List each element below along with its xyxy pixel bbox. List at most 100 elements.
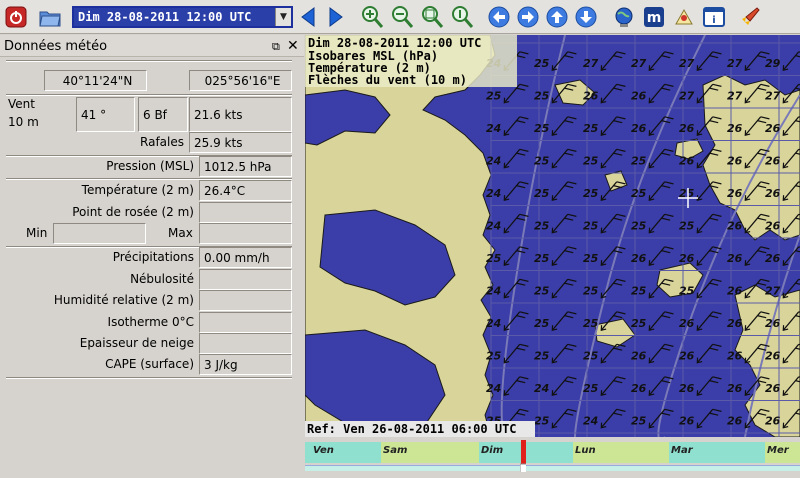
timeline-strip[interactable]: Ven Sam Dim Lun Mar Mer (305, 442, 800, 463)
arrow-right-icon (517, 6, 539, 28)
wind-speed-field: 21.6 kts (189, 97, 292, 132)
quit-button[interactable] (4, 5, 28, 29)
timeline-track[interactable] (305, 465, 800, 471)
grid-temperature-value: 26 (765, 155, 781, 168)
timeline-cursor[interactable] (520, 440, 526, 472)
wind-barb-icon (696, 408, 722, 429)
wind-barb-icon (696, 51, 722, 71)
previous-step-button[interactable] (296, 5, 320, 29)
grid-temperature-value: 26 (727, 187, 743, 200)
meteo-button[interactable]: m (642, 5, 666, 29)
pan-left-button[interactable] (487, 5, 511, 29)
wind-barb-icon (503, 246, 529, 266)
grid-temperature-value: 25 (534, 57, 550, 70)
timeline[interactable]: Ven Sam Dim Lun Mar Mer (305, 438, 800, 478)
gusts-label: Rafales (140, 135, 184, 149)
pan-up-button[interactable] (545, 5, 569, 29)
wind-barb-icon (551, 311, 577, 331)
zoom-fit-button[interactable] (420, 5, 444, 29)
grid-temperature-value: 24 (486, 317, 501, 330)
wind-barb-icon (600, 278, 626, 299)
float-panel-icon[interactable]: ⧉ (272, 40, 280, 54)
cloud-cover-field (199, 269, 292, 290)
reference-date-label: Ref: Ven 26-08-2011 06:00 UTC (305, 421, 535, 437)
wind-barb-icon (503, 116, 529, 136)
zoom-out-button[interactable] (390, 5, 414, 29)
grid-temperature-value: 26 (727, 382, 743, 395)
snow-depth-label: Epaisseur de neige (79, 336, 194, 350)
longitude-field: 025°56'16"E (189, 70, 292, 91)
pressure-label: Pression (MSL) (106, 159, 194, 173)
wind-barb-icon (600, 148, 626, 169)
info-button[interactable]: i (702, 5, 726, 29)
toolbar: Dim 28-08-2011 12:00 UTC ▼ m i (0, 0, 800, 34)
grid-temperature-value: 26 (765, 350, 781, 363)
grid-temperature-value: 26 (631, 350, 647, 363)
wind-barb-icon (600, 116, 626, 136)
grid-temperature-value: 26 (765, 317, 781, 330)
wind-barb-icon (503, 376, 529, 396)
zoom-fit-icon (422, 6, 444, 28)
wind-barb-icon (551, 148, 577, 169)
zoom-reset-button[interactable] (450, 5, 474, 29)
zoom-in-button[interactable] (360, 5, 384, 29)
pan-right-button[interactable] (516, 5, 540, 29)
grid-temperature-value: 29 (765, 57, 781, 70)
grid-temperature-value: 25 (486, 252, 502, 265)
launch-button[interactable] (738, 5, 762, 29)
grid-temperature-value: 25 (534, 415, 550, 428)
grid-temperature-value: 25 (583, 252, 599, 265)
min-label: Min (26, 226, 48, 240)
globe-icon (615, 7, 633, 27)
wind-barb-icon (648, 343, 674, 364)
grid-temperature-value: 25 (534, 90, 550, 103)
wind-barb-icon (648, 246, 674, 266)
grid-temperature-value: 26 (679, 415, 695, 428)
grid-temperature-value: 25 (534, 285, 550, 298)
weather-map[interactable]: 24 25 27 27 27 27 29 25 25 26 26 27 27 27 24 25 25 26 26 26… (305, 35, 800, 437)
grid-temperature-value: 25 (534, 122, 550, 135)
zoom-out-icon (392, 6, 414, 28)
grid-temperature-value: 25 (534, 317, 550, 330)
close-icon[interactable]: ✕ (287, 38, 299, 54)
dewpoint-field (199, 202, 292, 223)
triangle-right-icon (329, 7, 343, 27)
chevron-down-icon[interactable]: ▼ (275, 8, 291, 26)
grid-temperature-value: 27 (679, 57, 695, 70)
svg-text:m: m (647, 10, 662, 26)
wind-barb-icon (782, 51, 800, 71)
grid-temperature-value: 24 (486, 220, 501, 233)
grid-temperature-value: 25 (534, 220, 550, 233)
temperature-field: 26.4°C (199, 180, 292, 201)
map-canvas[interactable]: 24 25 27 27 27 27 29 25 25 26 26 27 27 27 24 25 25 26 26 26… (305, 35, 800, 437)
position-button[interactable] (672, 5, 696, 29)
grid-temperature-value: 26 (765, 220, 781, 233)
timeline-day-label: Mer (767, 445, 789, 456)
open-file-button[interactable] (38, 5, 62, 29)
next-step-button[interactable] (324, 5, 348, 29)
wind-barb-icon (648, 311, 674, 331)
date-select[interactable]: Dim 28-08-2011 12:00 UTC ▼ (72, 6, 293, 28)
wind-barb-icon (648, 148, 674, 169)
grid-temperature-value: 26 (583, 90, 599, 103)
grid-temperature-value: 25 (679, 220, 695, 233)
grid-temperature-value: 25 (534, 155, 550, 168)
pressure-field: 1012.5 hPa (199, 156, 292, 177)
grid-temperature-value: 26 (765, 252, 781, 265)
grid-temperature-value: 26 (765, 415, 781, 428)
m-square-icon: m (644, 7, 664, 27)
grid-temperature-value: 24 (486, 187, 501, 200)
isotherm-field (199, 312, 292, 333)
grid-temperature-value: 25 (583, 187, 599, 200)
globe-button[interactable] (612, 5, 636, 29)
grid-temperature-value: 27 (583, 57, 599, 70)
pan-down-button[interactable] (574, 5, 598, 29)
window-info-icon: i (703, 7, 725, 27)
wind-barb-icon (551, 246, 577, 266)
wind-barb-icon (551, 116, 577, 136)
grid-temperature-value: 24 (486, 122, 501, 135)
wind-barb-icon (696, 343, 722, 364)
grid-temperature-value: 25 (631, 187, 647, 200)
wind-barb-icon (696, 311, 722, 331)
wind-direction-field: 41 ° (76, 97, 135, 132)
